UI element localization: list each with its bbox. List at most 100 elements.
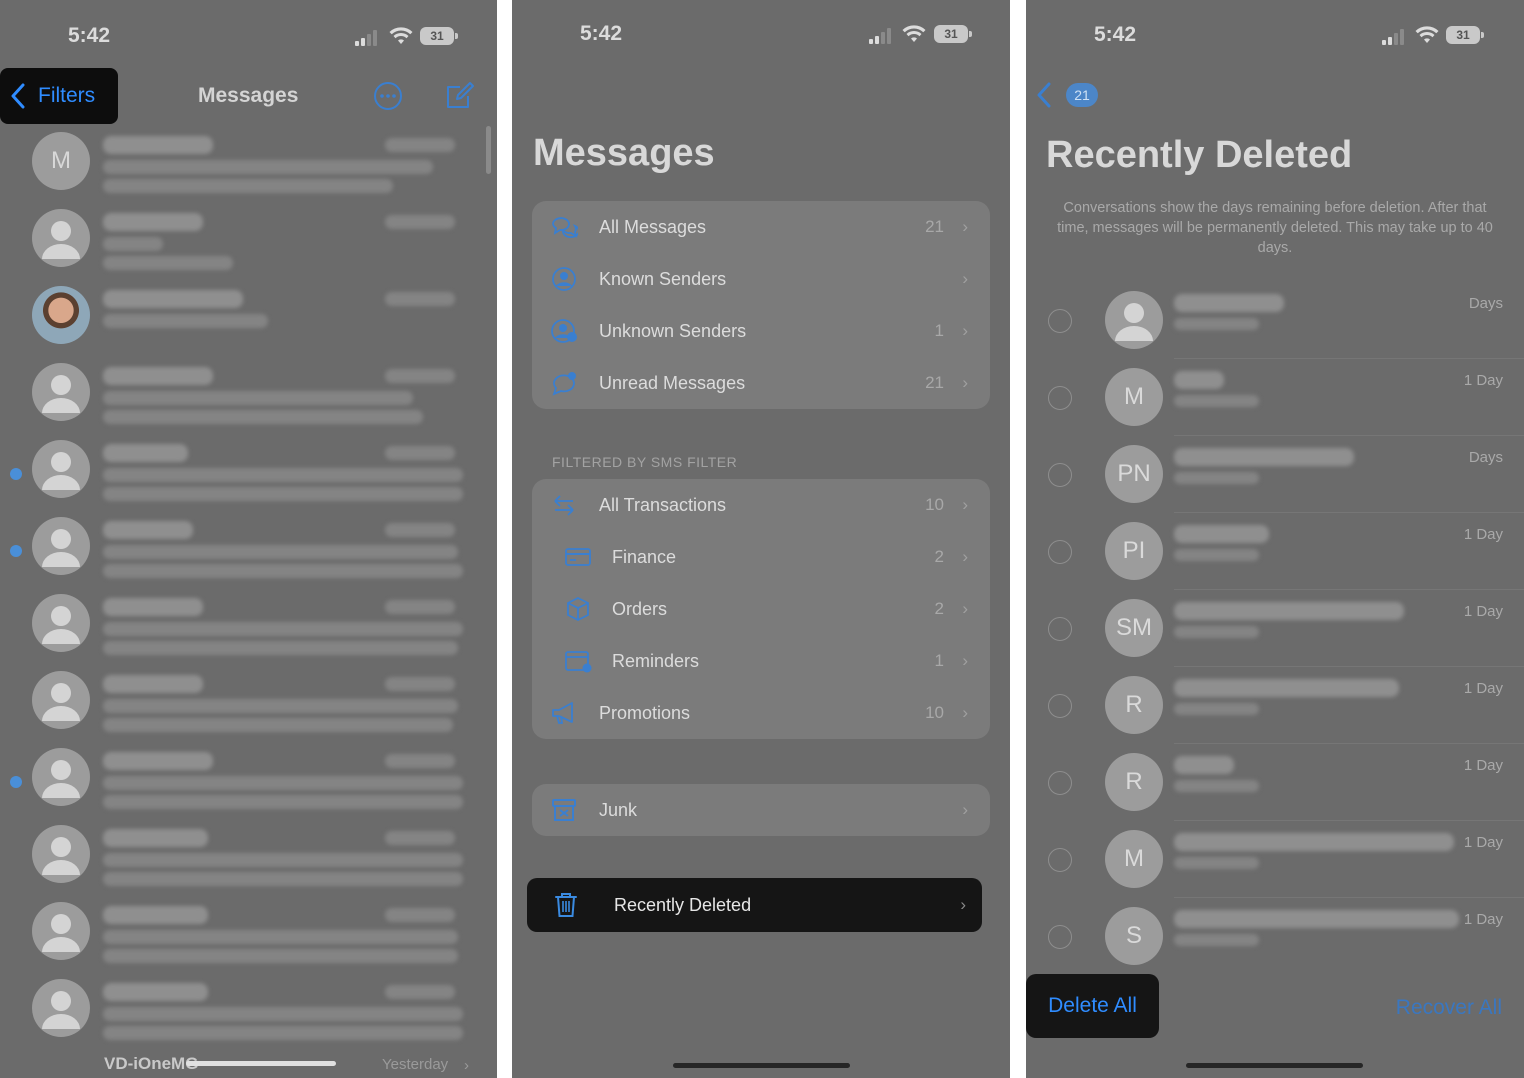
select-radio[interactable] xyxy=(1048,463,1072,487)
redacted-subtitle xyxy=(1174,934,1259,946)
select-radio[interactable] xyxy=(1048,309,1072,333)
redacted-time xyxy=(385,292,455,306)
page-title: Recently Deleted xyxy=(1046,134,1353,176)
redacted-name xyxy=(1174,294,1284,312)
redacted-preview xyxy=(103,487,463,501)
filter-label: Promotions xyxy=(599,702,691,723)
filter-label: Finance xyxy=(612,546,677,567)
recover-all-button[interactable]: Recover All xyxy=(1396,996,1502,1020)
person-icon xyxy=(42,760,80,798)
days-remaining: 1 Day xyxy=(1463,372,1503,389)
filter-count: 1 xyxy=(934,651,944,670)
redacted-name xyxy=(103,444,188,462)
select-radio[interactable] xyxy=(1048,848,1072,872)
filter-label: All Messages xyxy=(599,216,707,237)
more-options-icon[interactable] xyxy=(372,80,404,112)
conversation-row[interactable] xyxy=(0,740,497,817)
select-radio[interactable] xyxy=(1048,694,1072,718)
redacted-name xyxy=(103,136,213,154)
conversation-row[interactable] xyxy=(0,586,497,663)
divider xyxy=(497,0,512,1078)
junk-group: Junk › xyxy=(532,784,990,836)
junk-box-icon xyxy=(552,799,576,821)
person-icon xyxy=(42,221,80,259)
redacted-preview xyxy=(103,622,463,636)
compose-icon[interactable] xyxy=(444,80,476,112)
deleted-conversation-row[interactable]: Days xyxy=(1026,282,1524,359)
filter-finance[interactable]: Finance 2 › xyxy=(532,531,990,583)
delete-all-button[interactable]: Delete All xyxy=(1026,974,1159,1038)
redacted-preview xyxy=(103,468,463,482)
deleted-conversation-row[interactable]: SM 1 Day xyxy=(1026,590,1524,667)
deleted-conversation-row[interactable]: PN Days xyxy=(1026,436,1524,513)
conversation-row[interactable] xyxy=(0,201,497,278)
deleted-conversation-row[interactable]: R 1 Day xyxy=(1026,744,1524,821)
conversation-row[interactable] xyxy=(0,278,497,355)
redacted-time xyxy=(385,523,455,537)
recently-deleted-button[interactable]: Recently Deleted › xyxy=(527,878,982,932)
deleted-conversation-row[interactable]: M 1 Day xyxy=(1026,821,1524,898)
unread-bubble-icon xyxy=(552,372,576,396)
days-remaining: 1 Day xyxy=(1463,680,1503,697)
select-radio[interactable] xyxy=(1048,386,1072,410)
status-bar: 5:42 31 xyxy=(512,0,1010,70)
avatar xyxy=(32,902,90,960)
redacted-preview xyxy=(103,795,463,809)
redacted-name xyxy=(1174,756,1234,774)
conversation-row[interactable] xyxy=(0,509,497,586)
deleted-conversation-row[interactable]: S 1 Day xyxy=(1026,898,1524,975)
redacted-preview xyxy=(103,718,453,732)
filter-all-messages[interactable]: All Messages 21 › xyxy=(532,201,990,253)
days-remaining: 1 Day xyxy=(1463,526,1503,543)
unread-indicator xyxy=(10,468,22,480)
redacted-subtitle xyxy=(1174,780,1259,792)
redacted-preview xyxy=(103,237,163,251)
filter-junk[interactable]: Junk › xyxy=(532,784,990,836)
deleted-conversation-row[interactable]: PI 1 Day xyxy=(1026,513,1524,590)
home-indicator xyxy=(1186,1063,1363,1068)
select-radio[interactable] xyxy=(1048,540,1072,564)
cellular-signal-icon xyxy=(1382,29,1404,45)
filters-screen: 5:42 31 Messages All Messages 21 › Known Se… xyxy=(512,0,1010,1078)
conversation-row[interactable] xyxy=(0,817,497,894)
last-conversation-name[interactable]: VD-iOneMG xyxy=(104,1054,198,1074)
filter-unknown-senders[interactable]: Unknown Senders 1 › xyxy=(532,305,990,357)
filters-back-button[interactable]: Filters xyxy=(0,68,118,124)
redacted-time xyxy=(385,831,455,845)
filter-all-transactions[interactable]: All Transactions 10 › xyxy=(532,479,990,531)
back-button[interactable]: 21 xyxy=(1036,80,1100,112)
redacted-preview xyxy=(103,410,423,424)
filter-label: All Transactions xyxy=(599,494,727,515)
trash-icon xyxy=(555,893,577,917)
chevron-right-icon: › xyxy=(962,703,968,722)
select-radio[interactable] xyxy=(1048,771,1072,795)
conversation-row[interactable] xyxy=(0,663,497,740)
filter-reminders[interactable]: Reminders 1 › xyxy=(532,635,990,687)
avatar xyxy=(32,594,90,652)
person-circle-icon xyxy=(552,267,576,291)
box-icon xyxy=(567,596,589,622)
filter-known-senders[interactable]: Known Senders › xyxy=(532,253,990,305)
filter-orders[interactable]: Orders 2 › xyxy=(532,583,990,635)
redacted-time xyxy=(385,908,455,922)
status-bar: 5:42 31 xyxy=(1026,0,1524,70)
avatar xyxy=(32,286,90,344)
select-radio[interactable] xyxy=(1048,617,1072,641)
deleted-conversation-row[interactable]: R 1 Day xyxy=(1026,667,1524,744)
conversation-row[interactable] xyxy=(0,971,497,1048)
filter-label: Unread Messages xyxy=(599,372,746,393)
conversation-row[interactable] xyxy=(0,432,497,509)
deleted-conversation-row[interactable]: M 1 Day xyxy=(1026,359,1524,436)
redacted-name xyxy=(103,521,193,539)
redacted-name xyxy=(103,983,208,1001)
filter-promotions[interactable]: Promotions 10 › xyxy=(532,687,990,739)
conversation-row[interactable] xyxy=(0,894,497,971)
select-radio[interactable] xyxy=(1048,925,1072,949)
redacted-name xyxy=(1174,679,1399,697)
conversation-row[interactable] xyxy=(0,355,497,432)
chevron-right-icon: › xyxy=(962,495,968,514)
conversation-row[interactable]: M xyxy=(0,124,497,201)
message-filters-group: All Messages 21 › Known Senders › Unknown Sen… xyxy=(532,201,990,409)
redacted-name xyxy=(103,675,203,693)
filter-unread-messages[interactable]: Unread Messages 21 › xyxy=(532,357,990,409)
